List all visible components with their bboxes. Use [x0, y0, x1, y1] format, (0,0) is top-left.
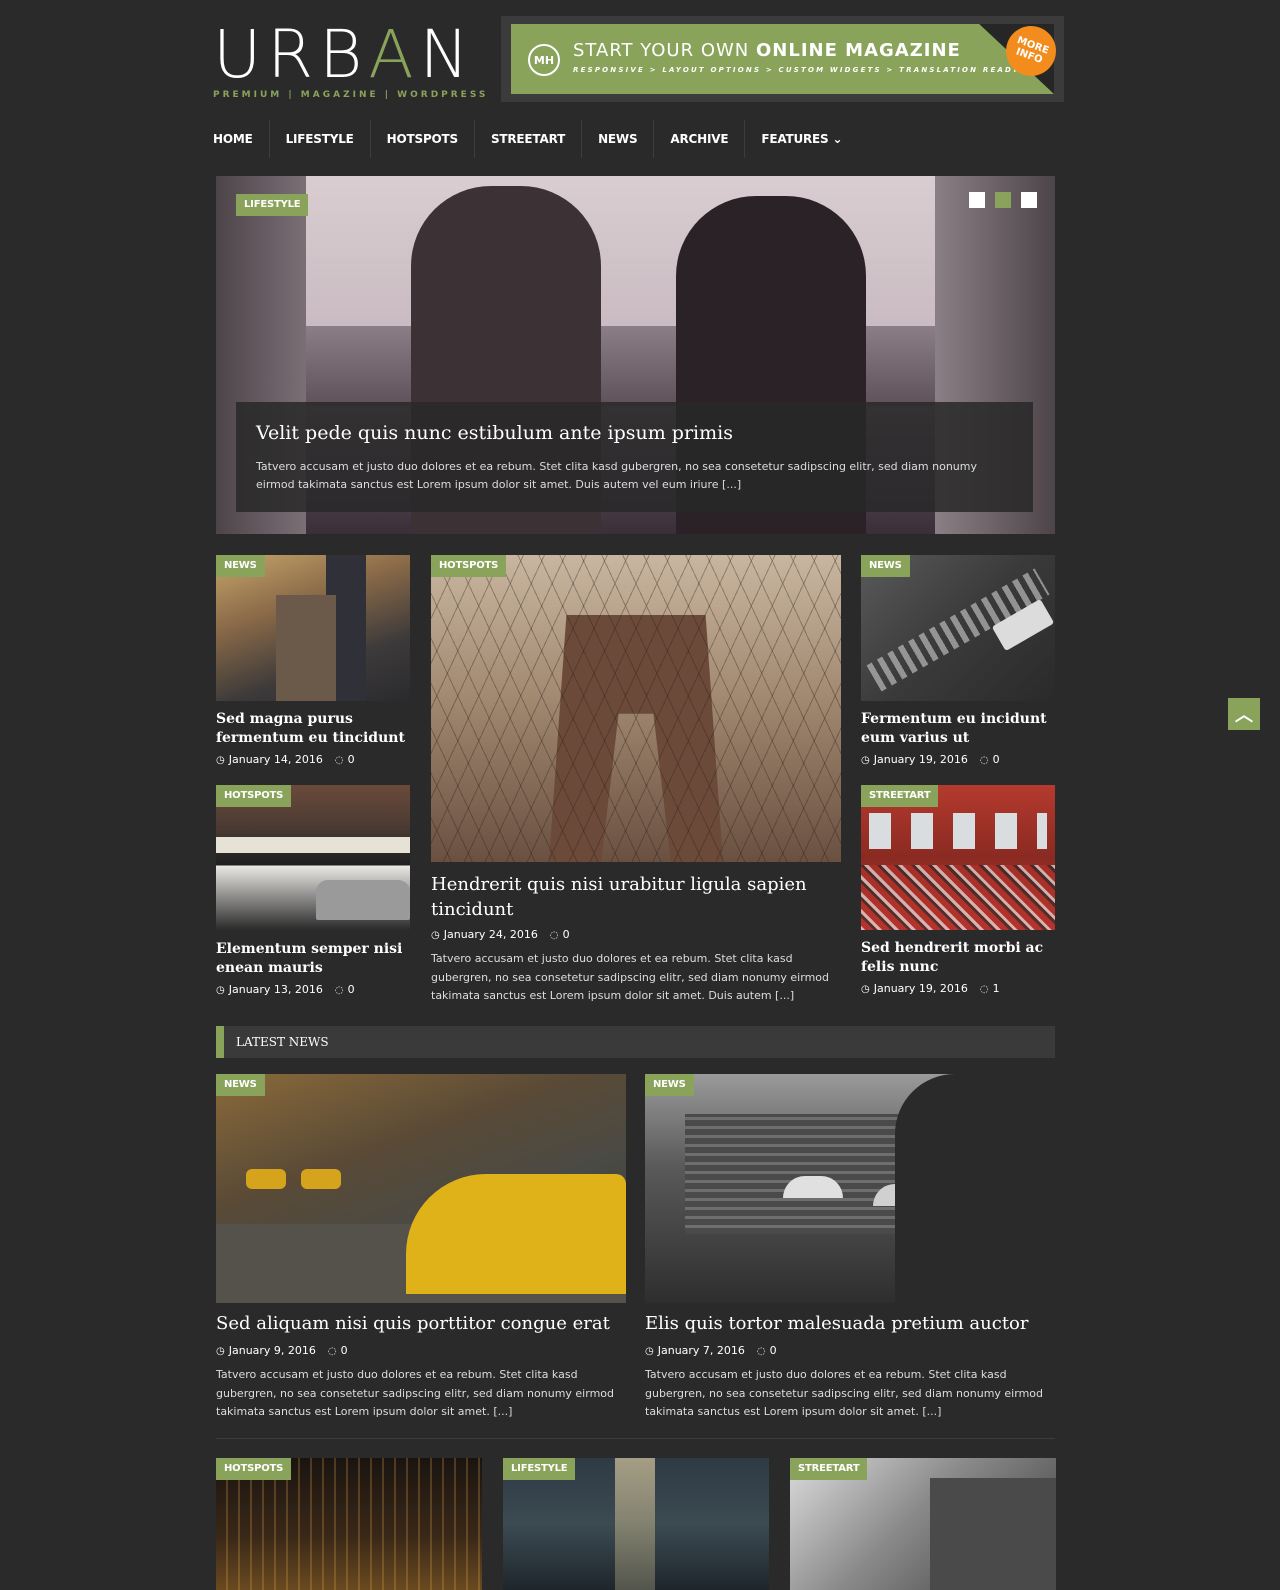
post-title[interactable]: Sed magna purus fermentum eu tincidunt — [216, 710, 412, 748]
nav-news[interactable]: NEWS — [582, 120, 655, 158]
nav-lifestyle[interactable]: LIFESTYLE — [270, 120, 371, 158]
nav-hotspots[interactable]: HOTSPOTS — [371, 120, 475, 158]
category-tag[interactable]: NEWS — [216, 1074, 265, 1096]
category-tag[interactable]: LIFESTYLE — [236, 194, 309, 216]
featured-post-excerpt: Tatvero accusam et justo duo dolores et … — [431, 952, 829, 1002]
category-tag[interactable]: HOTSPOTS — [431, 555, 507, 577]
category-tag[interactable]: STREETART — [790, 1458, 868, 1480]
clock-icon: ◷ — [861, 755, 870, 766]
clock-icon: ◷ — [216, 1346, 225, 1357]
category-tag[interactable]: NEWS — [216, 555, 265, 577]
clock-icon: ◷ — [216, 755, 225, 766]
comment-icon: ◌ — [327, 1346, 337, 1357]
category-tag[interactable]: LIFESTYLE — [503, 1458, 576, 1480]
hero-caption: Velit pede quis nunc estibulum ante ipsu… — [236, 402, 1033, 512]
scroll-to-top-button[interactable]: ︿ — [1228, 698, 1260, 730]
clock-icon: ◷ — [431, 930, 440, 941]
nav-home[interactable]: HOME — [213, 120, 270, 158]
post-meta: ◷ January 19, 2016 ◌ 0 — [861, 753, 1000, 766]
mh-logo-icon: MH — [528, 44, 560, 76]
clock-icon: ◷ — [861, 984, 870, 995]
category-tag[interactable]: NEWS — [645, 1074, 694, 1096]
logo-tagline: PREMIUM | MAGAZINE | WORDPRESS — [213, 90, 489, 100]
hero-excerpt: Tatvero accusam et justo duo dolores et … — [256, 460, 977, 491]
comment-icon: ◌ — [756, 1346, 766, 1357]
post-title[interactable]: Sed hendrerit morbi ac felis nunc — [861, 939, 1057, 977]
post-title[interactable]: Elis quis tortor malesuada pretium aucto… — [645, 1312, 1055, 1336]
category-tag[interactable]: NEWS — [861, 555, 910, 577]
featured-post-title[interactable]: Hendrerit quis nisi urabitur ligula sapi… — [431, 872, 841, 922]
post-meta: ◷ January 24, 2016 ◌ 0 — [431, 928, 570, 941]
section-heading-latest-news: LATEST NEWS — [216, 1026, 1055, 1058]
post-meta: ◷ January 13, 2016 ◌ 0 — [216, 983, 355, 996]
category-tag[interactable]: HOTSPOTS — [216, 785, 292, 807]
hero-slider[interactable]: LIFESTYLE Velit pede quis nunc estibulum… — [216, 176, 1055, 534]
nav-archive[interactable]: ARCHIVE — [654, 120, 746, 158]
post-title[interactable]: Elementum semper nisi enean mauris — [216, 940, 412, 978]
comment-icon: ◌ — [334, 985, 344, 996]
hero-title[interactable]: Velit pede quis nunc estibulum ante ipsu… — [256, 422, 1013, 444]
divider — [216, 1438, 1055, 1439]
post-meta: ◷ January 14, 2016 ◌ 0 — [216, 753, 355, 766]
main-navigation: HOME LIFESTYLE HOTSPOTS STREETART NEWS A… — [213, 120, 858, 158]
clock-icon: ◷ — [645, 1346, 654, 1357]
logo-wordmark: URBAN — [213, 16, 475, 93]
clock-icon: ◷ — [216, 985, 225, 996]
post-meta: ◷ January 7, 2016 ◌ 0 — [645, 1344, 777, 1357]
post-title[interactable]: Fermentum eu incidunt eum varius ut — [861, 710, 1057, 748]
post-thumbnail[interactable] — [216, 1074, 626, 1303]
category-tag[interactable]: STREETART — [861, 785, 939, 807]
post-title[interactable]: Sed aliquam nisi quis porttitor congue e… — [216, 1312, 626, 1336]
slider-dot-active[interactable] — [995, 192, 1011, 208]
slider-dot[interactable] — [1021, 192, 1037, 208]
site-logo[interactable]: URBAN PREMIUM | MAGAZINE | WORDPRESS — [213, 16, 489, 101]
category-tag[interactable]: HOTSPOTS — [216, 1458, 292, 1480]
post-thumbnail[interactable] — [645, 1074, 1055, 1303]
slider-pagination — [969, 192, 1037, 208]
post-meta: ◷ January 9, 2016 ◌ 0 — [216, 1344, 348, 1357]
post-meta: ◷ January 19, 2016 ◌ 1 — [861, 982, 1000, 995]
header-banner-ad[interactable]: MH START YOUR OWN ONLINE MAGAZINE RESPON… — [501, 16, 1064, 102]
nav-features[interactable]: FEATURES ⌄ — [745, 120, 858, 158]
banner-subtitle: RESPONSIVE > LAYOUT OPTIONS > CUSTOM WID… — [573, 66, 1020, 74]
chevron-up-icon: ︿ — [1235, 705, 1253, 726]
featured-post-thumbnail[interactable] — [431, 555, 841, 862]
comment-icon: ◌ — [549, 930, 559, 941]
comment-icon: ◌ — [334, 755, 344, 766]
comment-icon: ◌ — [979, 984, 989, 995]
post-excerpt: Tatvero accusam et justo duo dolores et … — [216, 1368, 614, 1418]
nav-streetart[interactable]: STREETART — [475, 120, 583, 158]
post-excerpt: Tatvero accusam et justo duo dolores et … — [645, 1368, 1043, 1418]
comment-icon: ◌ — [979, 755, 989, 766]
banner-title: START YOUR OWN ONLINE MAGAZINE — [573, 40, 961, 61]
slider-dot[interactable] — [969, 192, 985, 208]
